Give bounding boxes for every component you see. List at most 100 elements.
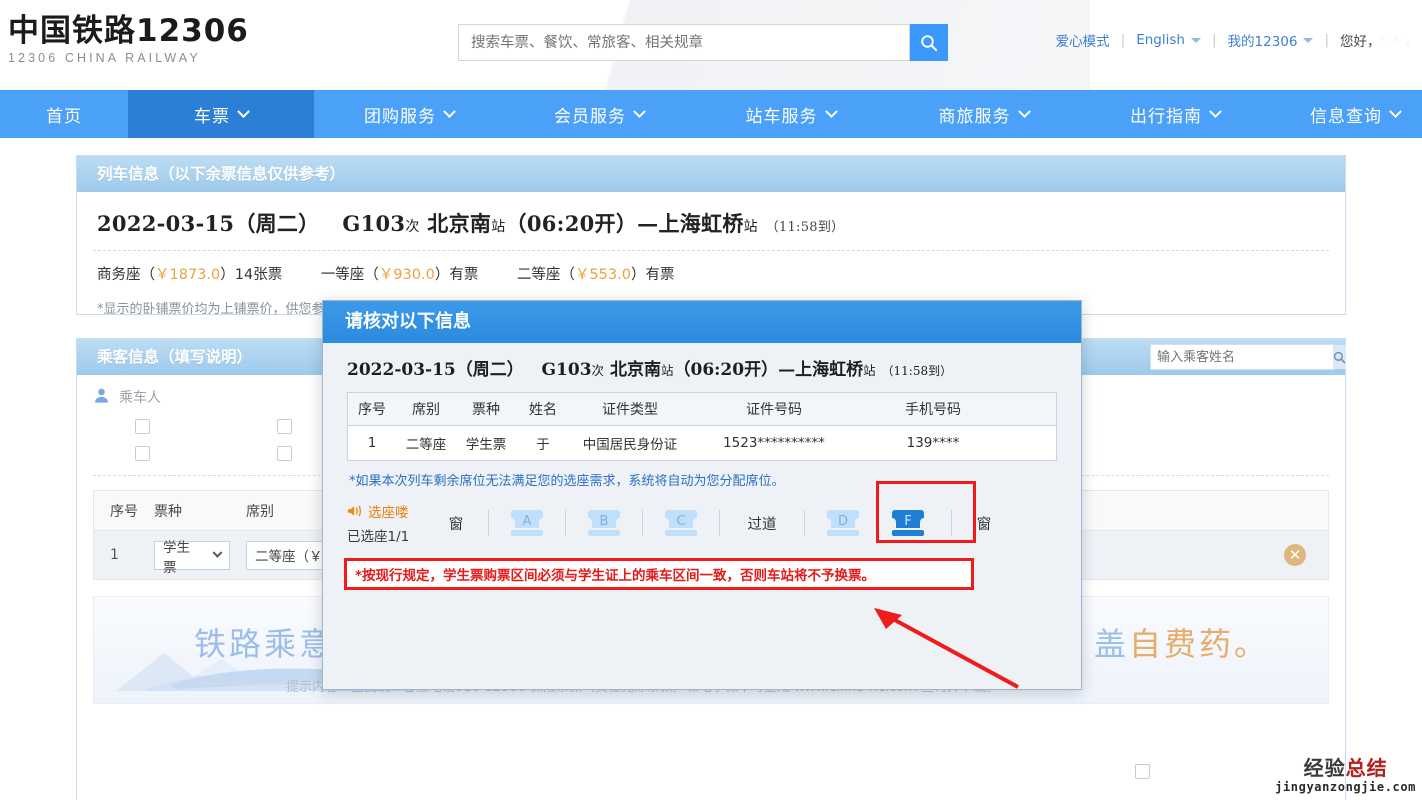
- insurance-headline-2: 盖自费药。: [1094, 619, 1269, 665]
- dialog-passenger-table: 序号 席别 票种 姓名 证件类型 证件号码 手机号码 1 二等座 学生票 于 中…: [347, 392, 1057, 461]
- site-logo[interactable]: 中国铁路12306 12306 CHINA RAILWAY: [8, 12, 249, 65]
- seat-option-B[interactable]: B: [584, 506, 624, 540]
- seat-availability: 商务座（￥1873.0）14张票 一等座（￥930.0）有票 二等座（￥553.…: [77, 251, 1345, 284]
- link-english[interactable]: English: [1136, 32, 1185, 48]
- chevron-down-icon: [1389, 104, 1402, 118]
- site-header: 中国铁路12306 12306 CHINA RAILWAY 爱心模式 | Eng…: [0, 0, 1422, 90]
- nav-item-tickets[interactable]: 车票: [128, 90, 314, 138]
- link-care-mode[interactable]: 爱心模式: [1056, 30, 1110, 50]
- passenger-search-button[interactable]: [1333, 345, 1346, 369]
- cell-phone: 139****: [906, 435, 960, 451]
- svg-text:C: C: [676, 514, 685, 529]
- chevron-down-icon: [1209, 104, 1222, 118]
- dialog-from-suffix: 站: [660, 363, 674, 378]
- dialog-table-row: 1 二等座 学生票 于 中国居民身份证 1523********** 139**…: [348, 426, 1056, 460]
- passenger-checkbox[interactable]: [277, 446, 292, 461]
- nav-label: 车票: [194, 106, 230, 127]
- divider: [642, 510, 643, 536]
- search-icon: [1333, 351, 1346, 363]
- greeting-text: 您好，: [1340, 34, 1381, 50]
- nav-item-info-query[interactable]: 信息查询: [1270, 90, 1422, 138]
- seat-icon: D: [827, 510, 859, 536]
- col-name: 姓名: [529, 402, 557, 418]
- panel-title-text: 乘客信息（填写说明）: [97, 348, 253, 366]
- watermark-title: 经验总结: [1275, 752, 1416, 781]
- dialog-train-summary: 2022-03-15（周二） G103次 北京南站（06:20开）—上海虹桥站 …: [323, 343, 1081, 380]
- from-suffix: 站: [491, 219, 506, 235]
- search-input[interactable]: [458, 24, 910, 61]
- seat-class-second: 二等座（￥553.0）有票: [516, 267, 675, 283]
- passenger-search-input[interactable]: [1151, 345, 1333, 369]
- dialog-train-date: 2022-03-15（周二）: [347, 360, 524, 380]
- seat-icon: A: [511, 510, 543, 536]
- passenger-checkbox[interactable]: [277, 419, 292, 434]
- seat-selection-row: 选座喽 已选座1/1 窗 A B C 过道 D F 窗: [323, 481, 1081, 549]
- nav-label: 出行指南: [1130, 106, 1202, 127]
- logo-english: 12306 CHINA RAILWAY: [8, 51, 201, 65]
- cell-seat-class: 二等座: [405, 437, 447, 453]
- insurance-text-blue2: 盖: [1094, 625, 1130, 663]
- insurance-text-blue: 铁路乘意: [194, 625, 335, 663]
- nav-item-station-service[interactable]: 站车服务: [694, 90, 887, 138]
- aisle-label: 过道: [747, 516, 777, 533]
- nav-item-home[interactable]: 首页: [0, 90, 128, 138]
- seat-option-A[interactable]: A: [507, 506, 547, 540]
- from-station: 北京南: [427, 211, 492, 236]
- cell-name: 于: [536, 437, 550, 453]
- nav-label: 首页: [46, 106, 82, 127]
- seat-class-first: 一等座（￥930.0）有票: [320, 267, 479, 283]
- close-circle-icon[interactable]: ✕: [1284, 544, 1306, 566]
- page-root: 中国铁路12306 12306 CHINA RAILWAY 爱心模式 | Eng…: [0, 0, 1422, 800]
- divider: |: [1120, 32, 1126, 48]
- search-icon: [921, 34, 938, 51]
- cell-ticket-type: 学生票: [465, 437, 507, 453]
- passenger-checkbox[interactable]: [135, 419, 150, 434]
- passenger-label: 乘车人: [119, 389, 161, 405]
- dialog-title: 请核对以下信息: [323, 301, 1081, 343]
- divider: [488, 510, 489, 536]
- header-search: [458, 24, 948, 61]
- passenger-checkbox[interactable]: [1135, 764, 1150, 779]
- cell-ticket-type: 学生票: [138, 540, 230, 576]
- train-number: G103: [342, 211, 406, 236]
- nav-item-travel-guide[interactable]: 出行指南: [1080, 90, 1270, 138]
- col-ticket-type: 票种: [154, 503, 182, 520]
- nav-item-group-service[interactable]: 团购服务: [314, 90, 504, 138]
- nav-item-member-service[interactable]: 会员服务: [504, 90, 694, 138]
- nav-label: 站车服务: [745, 106, 818, 127]
- train-info-title: 列车信息（以下余票信息仅供参考）: [77, 156, 1345, 192]
- insurance-headline: 铁路乘意: [194, 619, 334, 665]
- chevron-down-icon: [1190, 37, 1201, 43]
- watermark-title-b: 总结: [1345, 756, 1388, 780]
- dialog-train-number: G103: [541, 360, 592, 380]
- logo-chinese: 中国铁路12306: [8, 13, 249, 49]
- chevron-down-icon: [1303, 37, 1314, 43]
- col-phone: 手机号码: [905, 402, 961, 418]
- cell-id-type: 中国居民身份证: [582, 437, 678, 453]
- svg-text:F: F: [904, 514, 911, 529]
- insurance-text-orange: 自费药。: [1129, 625, 1270, 663]
- link-my12306[interactable]: 我的12306: [1228, 30, 1298, 50]
- passenger-checkbox[interactable]: [135, 446, 150, 461]
- username-masked: · · .: [1380, 32, 1412, 48]
- dialog-seat-tip: *如果本次列车剩余席位无法满足您的选座需求，系统将自动为您分配席位。: [349, 474, 785, 489]
- cell-id-number: 1523**********: [723, 435, 825, 451]
- divider: [804, 510, 805, 536]
- chevron-down-icon: [237, 104, 250, 118]
- chevron-down-icon: [1017, 104, 1031, 118]
- seat-option-C[interactable]: C: [661, 506, 701, 540]
- watermark-title-a: 经验: [1303, 756, 1346, 780]
- chevron-down-icon: [633, 104, 646, 118]
- seat-option-F[interactable]: F: [888, 506, 928, 540]
- nav-label: 商旅服务: [938, 106, 1011, 127]
- watermark-url: jingyanzongjie.com: [1275, 780, 1416, 794]
- seat-option-D[interactable]: D: [823, 506, 863, 540]
- search-button[interactable]: [910, 24, 948, 61]
- dialog-dash: —: [778, 360, 796, 380]
- cell-index: 1: [110, 547, 119, 563]
- arrive-time: （11:58到）: [765, 220, 845, 235]
- nav-item-business-travel[interactable]: 商旅服务: [887, 90, 1080, 138]
- ticket-type-select[interactable]: 学生票: [154, 540, 230, 576]
- svg-text:B: B: [600, 514, 609, 529]
- dialog-to-station: 上海虹桥: [795, 360, 864, 380]
